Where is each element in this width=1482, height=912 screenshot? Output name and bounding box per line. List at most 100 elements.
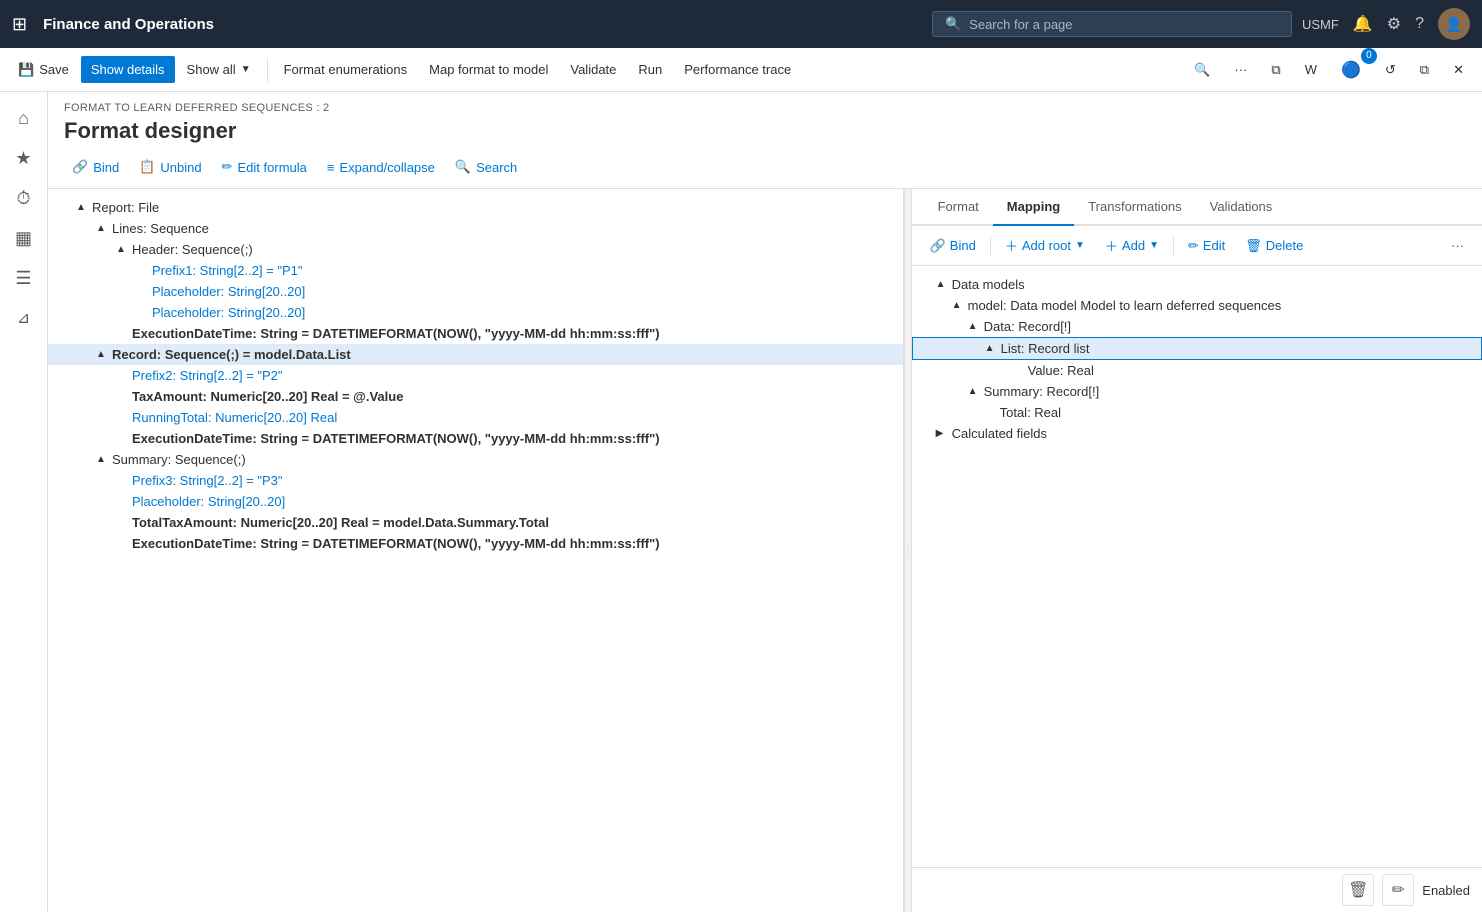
map-add-button[interactable]: ＋ Add ▼ bbox=[1097, 232, 1167, 259]
grid-icon[interactable]: ⊞ bbox=[12, 14, 27, 35]
edit-formula-button[interactable]: ✏ Edit formula bbox=[214, 154, 315, 180]
map-delete-button[interactable]: 🗑 Delete bbox=[1237, 234, 1311, 258]
tree-item-placeholder2[interactable]: Placeholder: String[20..20] bbox=[48, 302, 903, 323]
tree-item-prefix1[interactable]: Prefix1: String[2..2] = "P1" bbox=[48, 260, 903, 281]
tree-text-execdate3: ExecutionDateTime: String = DATETIMEFORM… bbox=[132, 536, 660, 551]
tree-item-execdate1[interactable]: ExecutionDateTime: String = DATETIMEFORM… bbox=[48, 323, 903, 344]
avatar[interactable]: 👤 bbox=[1438, 8, 1470, 40]
tree-item-placeholder1[interactable]: Placeholder: String[20..20] bbox=[48, 281, 903, 302]
tree-text-placeholder2: Placeholder: String[20..20] bbox=[152, 305, 305, 320]
tree-text-summary: Summary: Sequence(;) bbox=[112, 452, 246, 467]
nav-icons: USMF 🔔 ⚙ ? 👤 bbox=[1302, 8, 1470, 40]
drag-handle[interactable]: ⋮ bbox=[904, 189, 912, 912]
sidebar-workspaces-icon[interactable]: ▦ bbox=[6, 220, 42, 256]
map-edit-button[interactable]: ✏ Edit bbox=[1180, 234, 1233, 258]
main-layout: ⌂ ★ ⏱ ▦ ☰ ⊿ FORMAT TO LEARN DEFERRED SEQ… bbox=[0, 92, 1482, 912]
tab-mapping[interactable]: Mapping bbox=[993, 189, 1074, 226]
tree-item-prefix2[interactable]: Prefix2: String[2..2] = "P2" bbox=[48, 365, 903, 386]
tab-format[interactable]: Format bbox=[924, 189, 993, 226]
bell-icon[interactable]: 🔔 bbox=[1353, 14, 1373, 34]
mapping-toolbar: 🔗 Bind ＋ Add root ▼ ＋ Add ▼ bbox=[912, 226, 1482, 266]
tree-text-header: Header: Sequence(;) bbox=[132, 242, 253, 257]
tree-text-runningtotal: RunningTotal: Numeric[20..20] Real bbox=[132, 410, 337, 425]
gear-icon[interactable]: ⚙ bbox=[1387, 14, 1401, 34]
top-nav-bar: ⊞ Finance and Operations 🔍 Search for a … bbox=[0, 0, 1482, 48]
map-text-summary-record: Summary: Record[!] bbox=[984, 384, 1100, 399]
map-add-root-button[interactable]: ＋ Add root ▼ bbox=[997, 232, 1093, 259]
map-add-chevron: ▼ bbox=[1149, 240, 1159, 251]
tree-item-report[interactable]: ▲ Report: File bbox=[48, 197, 903, 218]
sidebar-home-icon[interactable]: ⌂ bbox=[6, 100, 42, 136]
bottom-bar: 🗑 ✏ Enabled bbox=[912, 867, 1482, 912]
sidebar-favorites-icon[interactable]: ★ bbox=[6, 140, 42, 176]
map-bind-icon: 🔗 bbox=[930, 238, 946, 254]
map-item-data-models[interactable]: ▲ Data models bbox=[912, 274, 1482, 295]
map-more-button[interactable]: ··· bbox=[1443, 234, 1472, 257]
tree-item-runningtotal[interactable]: RunningTotal: Numeric[20..20] Real bbox=[48, 407, 903, 428]
page-title: Format designer bbox=[64, 118, 1466, 144]
close-button[interactable]: ✕ bbox=[1443, 56, 1474, 84]
run-button[interactable]: Run bbox=[628, 56, 672, 83]
toolbar-plugin-button[interactable]: ⧉ bbox=[1261, 56, 1290, 84]
map-item-model[interactable]: ▲ model: Data model Model to learn defer… bbox=[912, 295, 1482, 316]
tree-item-execdate2[interactable]: ExecutionDateTime: String = DATETIMEFORM… bbox=[48, 428, 903, 449]
sidebar-filter-icon[interactable]: ⊿ bbox=[6, 300, 42, 336]
map-text-total: Total: Real bbox=[1000, 405, 1061, 420]
show-all-button[interactable]: Show all ▼ bbox=[177, 56, 261, 83]
toolbar-office-button[interactable]: W bbox=[1295, 56, 1327, 83]
map-item-summary-record[interactable]: ▲ Summary: Record[!] bbox=[912, 381, 1482, 402]
toggle-summary-record: ▲ bbox=[968, 386, 984, 397]
help-icon[interactable]: ? bbox=[1415, 15, 1424, 33]
expand-collapse-button[interactable]: ≡ Expand/collapse bbox=[319, 155, 443, 180]
map-item-list-record[interactable]: ▲ List: Record list bbox=[912, 337, 1482, 360]
bind-button[interactable]: 🔗 Bind bbox=[64, 154, 127, 180]
map-delete-icon: 🗑 bbox=[1245, 238, 1262, 254]
map-format-to-model-button[interactable]: Map format to model bbox=[419, 56, 558, 83]
tree-item-execdate3[interactable]: ExecutionDateTime: String = DATETIMEFORM… bbox=[48, 533, 903, 554]
refresh-button[interactable]: ↺ bbox=[1375, 56, 1406, 84]
tree-item-record[interactable]: ▲ Record: Sequence(;) = model.Data.List bbox=[48, 344, 903, 365]
map-sep-1 bbox=[990, 237, 991, 255]
toggle-header: ▲ bbox=[116, 244, 132, 255]
tab-transformations[interactable]: Transformations bbox=[1074, 189, 1195, 226]
left-sidebar: ⌂ ★ ⏱ ▦ ☰ ⊿ bbox=[0, 92, 48, 912]
tree-item-summary[interactable]: ▲ Summary: Sequence(;) bbox=[48, 449, 903, 470]
sidebar-modules-icon[interactable]: ☰ bbox=[6, 260, 42, 296]
show-details-button[interactable]: Show details bbox=[81, 56, 175, 83]
unbind-icon: 📋 bbox=[139, 159, 155, 175]
tree-item-lines[interactable]: ▲ Lines: Sequence bbox=[48, 218, 903, 239]
unbind-button[interactable]: 📋 Unbind bbox=[131, 154, 209, 180]
toggle-list-record: ▲ bbox=[985, 343, 1001, 354]
toolbar-separator-1 bbox=[267, 58, 268, 82]
tree-item-prefix3[interactable]: Prefix3: String[2..2] = "P3" bbox=[48, 470, 903, 491]
toolbar-more-button[interactable]: ··· bbox=[1224, 56, 1257, 83]
map-item-value[interactable]: Value: Real bbox=[912, 360, 1482, 381]
top-search-bar[interactable]: 🔍 Search for a page bbox=[932, 11, 1292, 37]
mapping-tabs: Format Mapping Transformations Validatio… bbox=[912, 189, 1482, 226]
tree-item-totaltax[interactable]: TotalTaxAmount: Numeric[20..20] Real = m… bbox=[48, 512, 903, 533]
performance-trace-button[interactable]: Performance trace bbox=[674, 56, 801, 83]
map-text-list-record: List: Record list bbox=[1001, 341, 1090, 356]
tree-item-taxamount[interactable]: TaxAmount: Numeric[20..20] Real = @.Valu… bbox=[48, 386, 903, 407]
validate-button[interactable]: Validate bbox=[560, 56, 626, 83]
tree-item-placeholder3[interactable]: Placeholder: String[20..20] bbox=[48, 491, 903, 512]
format-enumerations-button[interactable]: Format enumerations bbox=[274, 56, 418, 83]
inner-search-icon: 🔍 bbox=[455, 159, 471, 175]
sidebar-recent-icon[interactable]: ⏱ bbox=[6, 180, 42, 216]
map-item-total[interactable]: Total: Real bbox=[912, 402, 1482, 423]
map-item-calculated-fields[interactable]: ▶ Calculated fields bbox=[912, 423, 1482, 444]
toolbar-search-button[interactable]: 🔍 bbox=[1184, 56, 1220, 84]
mapping-tree: ▲ Data models ▲ model: Data model Model … bbox=[912, 266, 1482, 867]
map-item-data-record[interactable]: ▲ Data: Record[!] bbox=[912, 316, 1482, 337]
show-all-chevron-icon: ▼ bbox=[241, 64, 251, 75]
toggle-lines: ▲ bbox=[96, 223, 112, 234]
tab-validations[interactable]: Validations bbox=[1196, 189, 1287, 226]
mapping-panel: Format Mapping Transformations Validatio… bbox=[912, 189, 1482, 912]
open-new-tab-button[interactable]: ⧉ bbox=[1410, 56, 1439, 84]
tree-item-header[interactable]: ▲ Header: Sequence(;) bbox=[48, 239, 903, 260]
search-button[interactable]: 🔍 Search bbox=[447, 154, 525, 180]
map-bind-button[interactable]: 🔗 Bind bbox=[922, 234, 984, 258]
bottom-edit-button[interactable]: ✏ bbox=[1382, 874, 1414, 906]
bottom-delete-button[interactable]: 🗑 bbox=[1342, 874, 1374, 906]
save-button[interactable]: 💾 Save bbox=[8, 56, 79, 84]
